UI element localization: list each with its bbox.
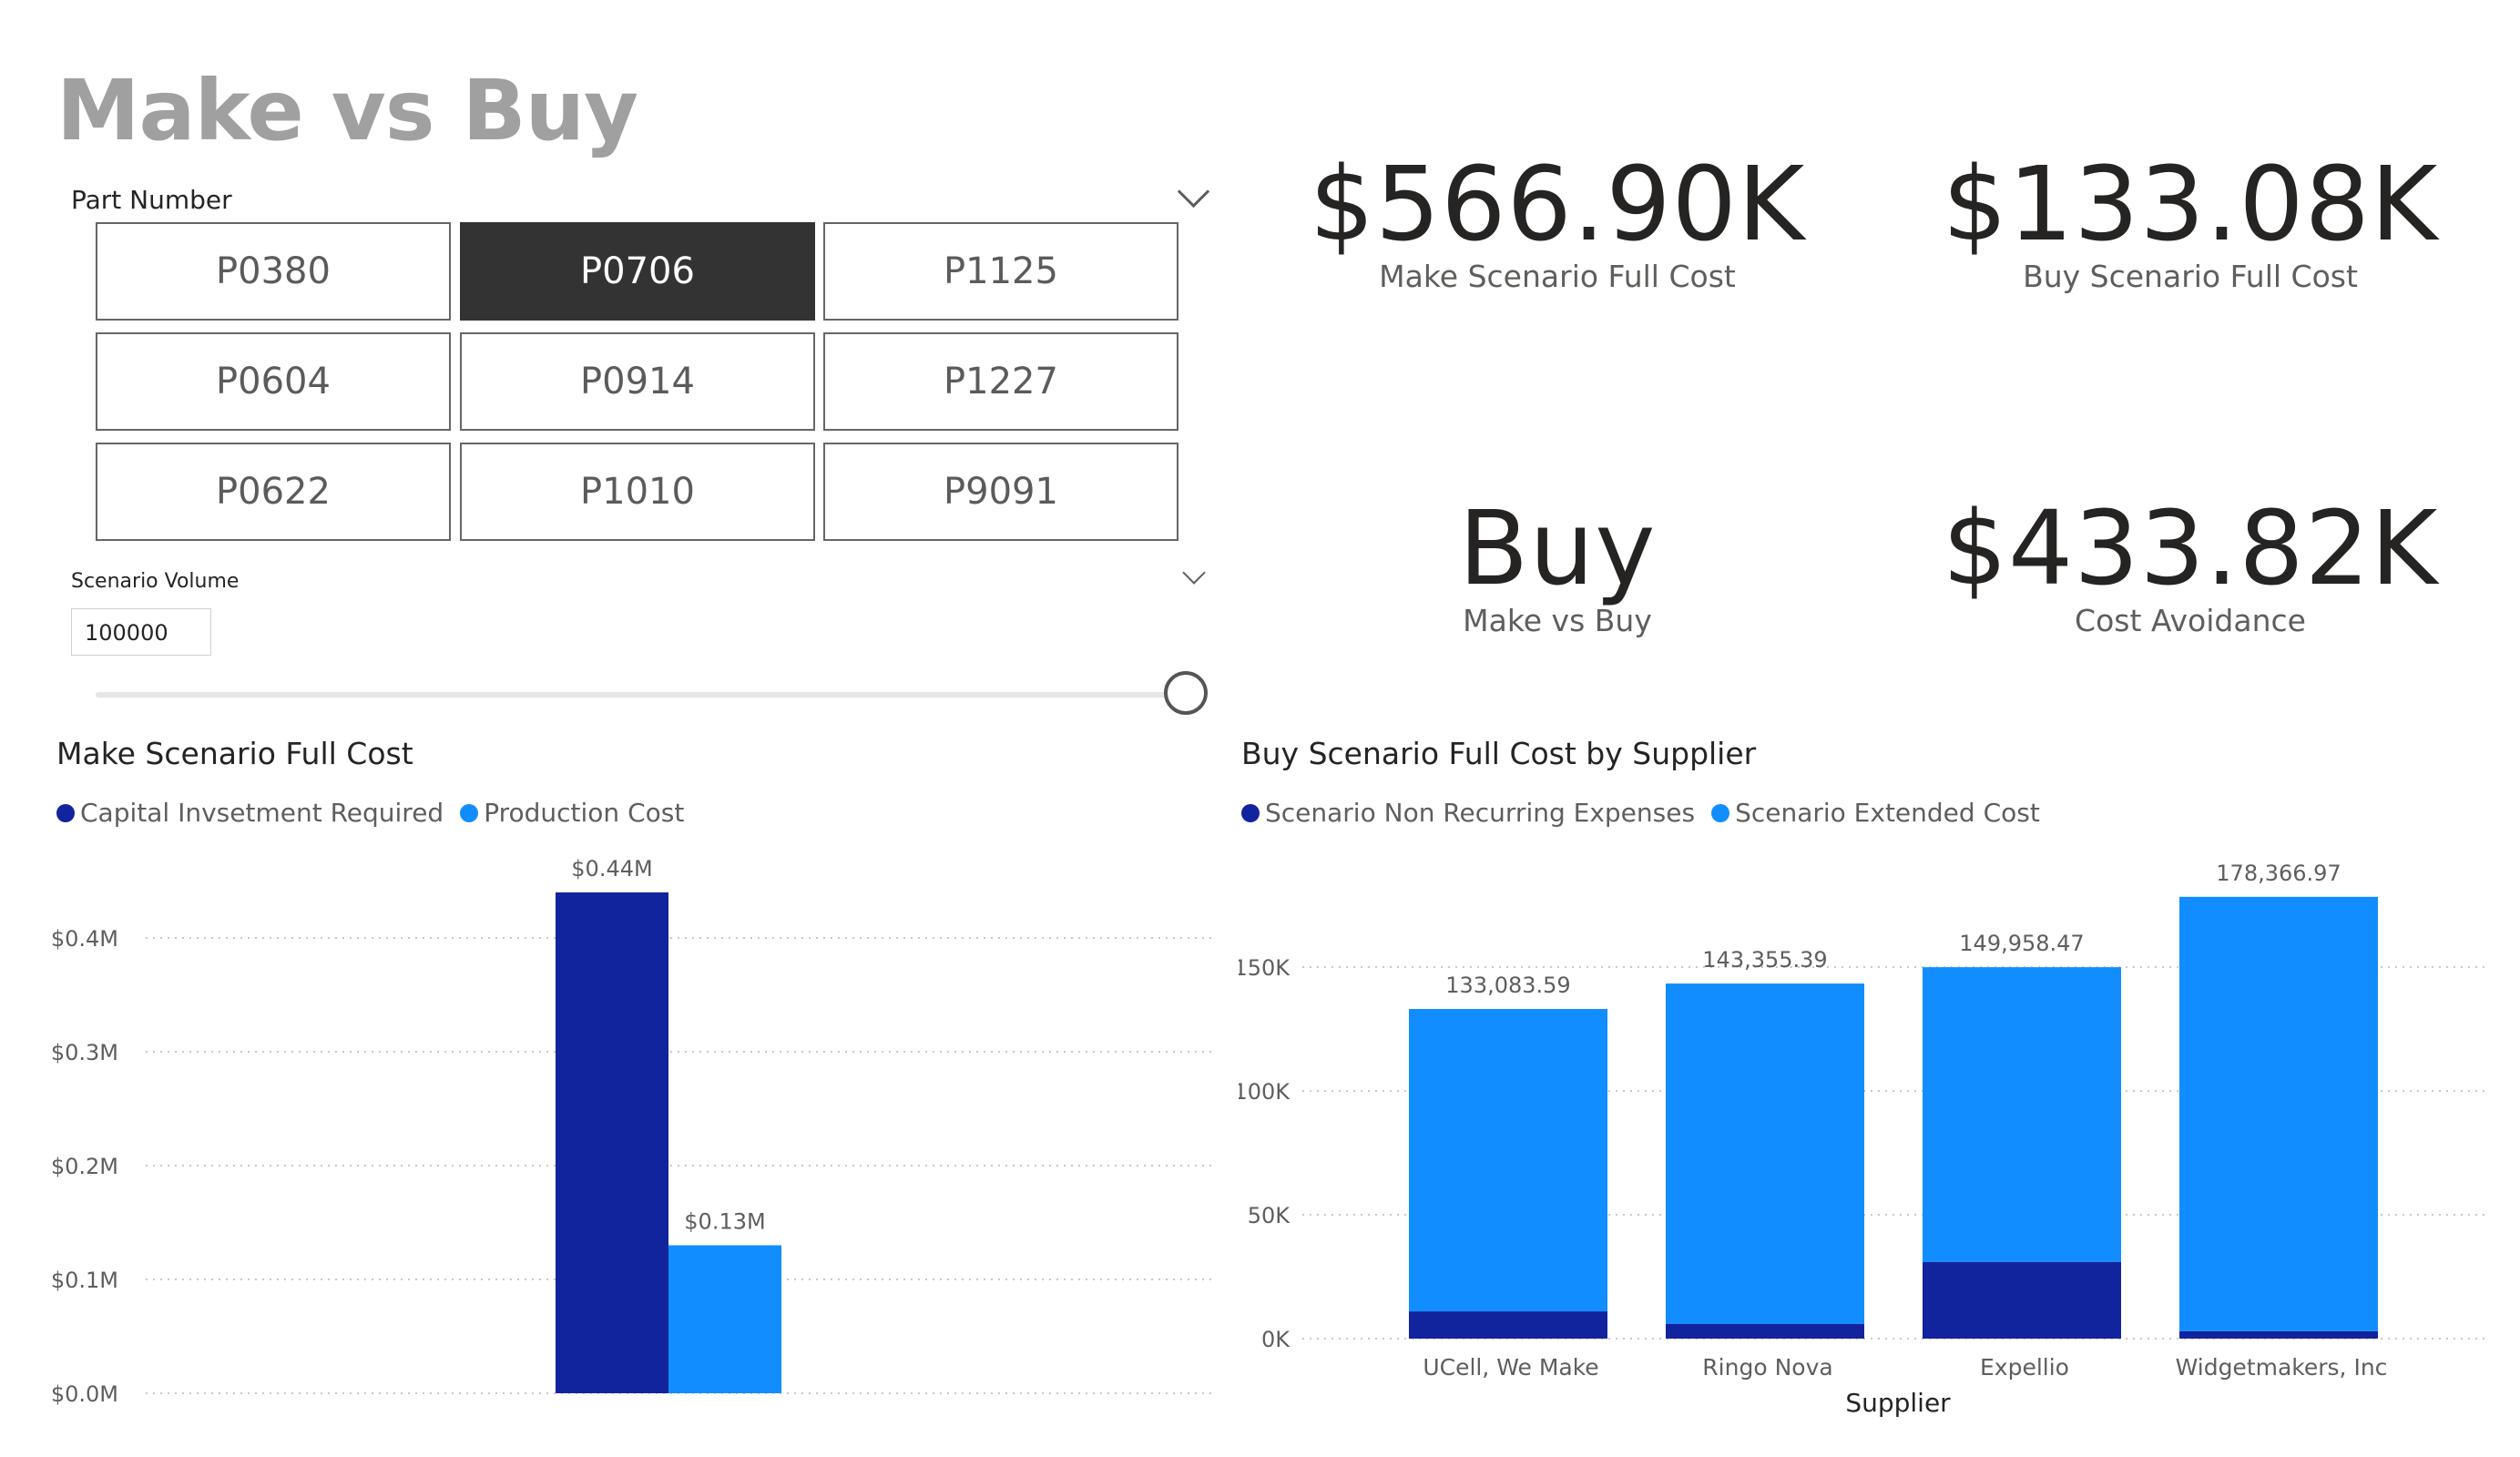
x-tick-label: Widgetmakers, Inc — [2176, 1354, 2388, 1381]
bar — [556, 892, 668, 1393]
buy-by-supplier-chart: 0K 50K 100K 150K 133,083.59 UCell, We Make 143… — [1239, 861, 2488, 1418]
y-tick-label: $0.3M — [51, 1040, 118, 1065]
y-tick-label: 100K — [1239, 1079, 1291, 1105]
y-tick-label: $0.4M — [51, 926, 118, 952]
bar-segment — [1409, 1311, 1607, 1339]
y-tick-label: $0.1M — [51, 1268, 118, 1293]
data-label: 133,083.59 — [1445, 973, 1570, 998]
y-tick-label: 50K — [1248, 1203, 1291, 1228]
data-label: 143,355.39 — [1702, 947, 1827, 973]
y-tick-label: $0.2M — [51, 1154, 118, 1179]
bar-segment — [2179, 1330, 2378, 1339]
x-tick-label: UCell, We Make — [1423, 1354, 1598, 1381]
data-label: 178,366.97 — [2216, 861, 2341, 886]
bar-segment — [1666, 1323, 1864, 1339]
bar-segment — [1409, 1009, 1607, 1312]
data-label: $0.13M — [684, 1209, 765, 1235]
data-label: $0.44M — [571, 856, 652, 881]
x-axis-title: Supplier — [1845, 1388, 1951, 1418]
y-tick-label: 0K — [1261, 1327, 1291, 1352]
y-tick-label: 150K — [1239, 955, 1291, 981]
bar-segment — [1923, 1261, 2121, 1339]
bar-segment — [1666, 983, 1864, 1324]
x-tick-label: Ringo Nova — [1702, 1354, 1832, 1381]
x-tick-label: Expellio — [1980, 1354, 2069, 1381]
y-tick-label: $0.0M — [51, 1381, 118, 1407]
bar — [668, 1245, 781, 1393]
data-label: 149,958.47 — [1959, 931, 2084, 956]
make-scenario-chart: $0.0M $0.1M $0.2M $0.3M $0.4M $0.44M $0.13M — [51, 856, 1216, 1407]
bar-segment — [2179, 896, 2378, 1331]
bar-segment — [1923, 967, 2121, 1262]
